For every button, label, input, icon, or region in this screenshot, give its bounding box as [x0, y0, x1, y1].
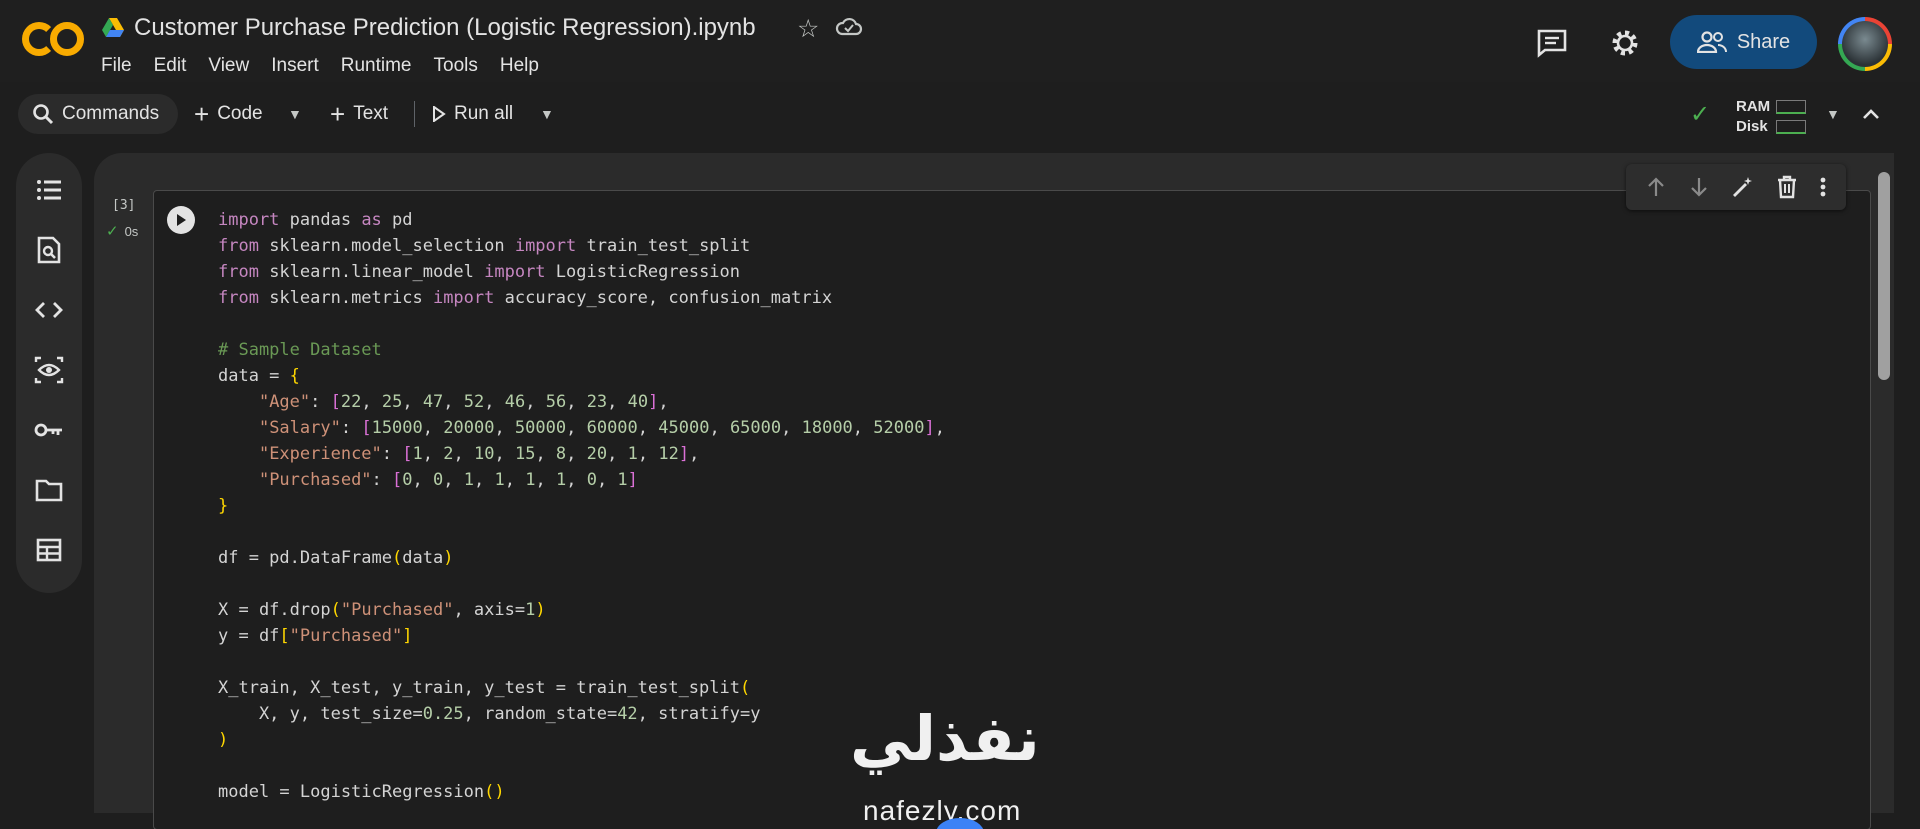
secrets-key-icon[interactable]: [34, 415, 64, 445]
menu-insert[interactable]: Insert: [271, 55, 319, 77]
plus-icon: +: [330, 98, 346, 129]
cloud-saved-icon[interactable]: [835, 14, 863, 38]
resources-dropdown[interactable]: ▼: [1826, 94, 1840, 134]
find-icon[interactable]: [34, 235, 64, 265]
disk-label: Disk: [1736, 118, 1768, 135]
execution-status: ✓ 0s: [106, 222, 138, 240]
play-icon: [177, 214, 186, 226]
ram-bar: [1776, 100, 1806, 114]
search-icon: [33, 104, 54, 125]
menu-runtime[interactable]: Runtime: [341, 55, 412, 77]
run-all-label: Run all: [454, 103, 514, 124]
caret-down-icon: ▼: [288, 106, 302, 122]
resources-indicator[interactable]: ✓ RAM Disk: [1690, 90, 1820, 136]
success-check-icon: ✓: [106, 223, 119, 240]
connected-check-icon: ✓: [1690, 101, 1711, 128]
move-down-icon[interactable]: [1688, 176, 1710, 198]
menu-edit[interactable]: Edit: [154, 55, 187, 77]
magic-wand-icon[interactable]: [1731, 175, 1755, 199]
disk-bar: [1776, 120, 1806, 134]
gear-icon[interactable]: [1609, 27, 1641, 59]
notebook-toolbar: Commands + Code ▼ + Text Run all ▼ ✓ RAM…: [0, 86, 1920, 140]
ram-label: RAM: [1736, 98, 1771, 115]
toolbar-divider: [414, 101, 415, 127]
run-all-dropdown[interactable]: ▼: [540, 94, 554, 134]
commands-button[interactable]: Commands: [18, 94, 178, 134]
commands-label: Commands: [62, 103, 160, 124]
caret-down-icon: ▼: [540, 106, 554, 122]
run-cell-button[interactable]: [167, 206, 195, 234]
run-all-button[interactable]: Run all: [432, 94, 513, 134]
google-drive-icon[interactable]: [102, 18, 124, 38]
more-vert-icon[interactable]: [1819, 176, 1827, 198]
execution-time: 0s: [124, 223, 139, 239]
variables-icon[interactable]: [34, 355, 64, 385]
watermark-arabic: نفذلي: [850, 702, 1040, 775]
add-text-button[interactable]: + Text: [330, 94, 388, 134]
notebook-title[interactable]: Customer Purchase Prediction (Logistic R…: [134, 14, 756, 42]
colab-logo[interactable]: [22, 20, 84, 56]
caret-down-icon: ▼: [1826, 106, 1840, 122]
people-icon: [1696, 31, 1727, 53]
code-dropdown[interactable]: ▼: [288, 94, 302, 134]
share-label: Share: [1736, 30, 1791, 53]
chevron-up-icon: [1863, 109, 1879, 119]
code-label: Code: [217, 103, 263, 124]
menu-bar: File Edit View Insert Runtime Tools Help: [101, 55, 561, 77]
star-icon[interactable]: ☆: [797, 14, 819, 44]
text-label: Text: [353, 103, 389, 124]
menu-help[interactable]: Help: [500, 55, 539, 77]
scrollbar-thumb[interactable]: [1878, 172, 1890, 380]
delete-icon[interactable]: [1776, 175, 1798, 199]
menu-file[interactable]: File: [101, 55, 132, 77]
cell-toolbar: [1626, 164, 1846, 210]
code-snippets-icon[interactable]: [34, 295, 64, 325]
code-editor[interactable]: import pandas as pd from sklearn.model_s…: [218, 207, 945, 805]
collapse-header-button[interactable]: [1862, 94, 1880, 134]
avatar[interactable]: [1838, 17, 1892, 71]
data-table-icon[interactable]: [34, 535, 64, 565]
execution-count: [3]: [112, 198, 136, 213]
left-sidebar: [16, 153, 82, 593]
move-up-icon[interactable]: [1645, 176, 1667, 198]
play-icon: [433, 106, 446, 122]
share-button[interactable]: Share: [1670, 15, 1817, 69]
plus-icon: +: [194, 98, 210, 129]
menu-view[interactable]: View: [208, 55, 249, 77]
top-header: Customer Purchase Prediction (Logistic R…: [0, 0, 1920, 82]
files-icon[interactable]: [34, 475, 64, 505]
add-code-button[interactable]: + Code: [194, 94, 263, 134]
table-of-contents-icon[interactable]: [34, 175, 64, 205]
menu-tools[interactable]: Tools: [434, 55, 478, 77]
comment-icon[interactable]: [1536, 28, 1568, 58]
